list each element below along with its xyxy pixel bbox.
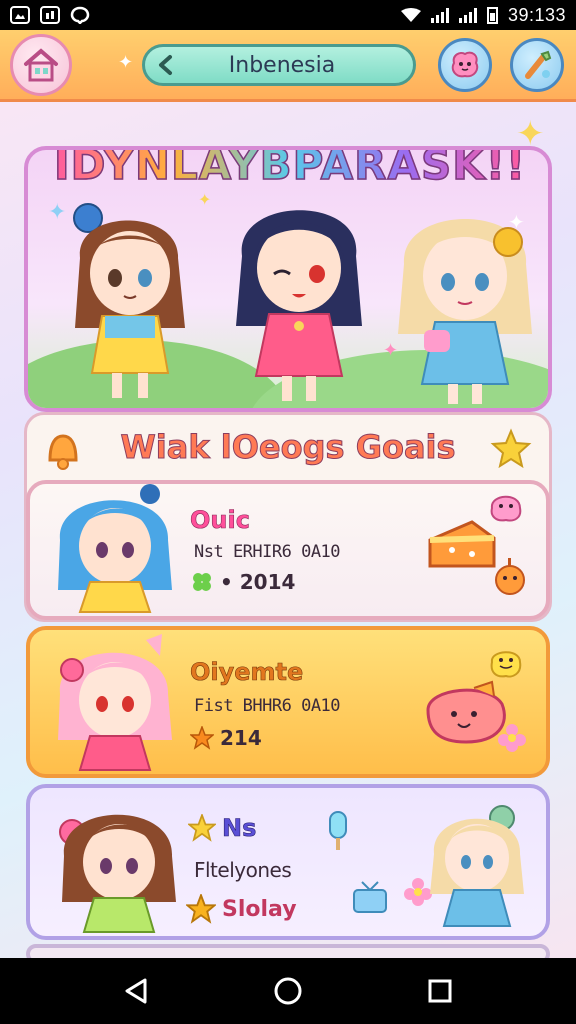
photo-app-icon [40,6,60,24]
pink-blob-icon [451,51,479,78]
chevron-left-icon[interactable] [151,50,181,80]
signal-icon [458,7,477,23]
card-2-subtitle: Fist BHHR6 0A10 [194,696,341,716]
clock: 39:133 [507,4,566,25]
brush-icon [525,50,552,79]
character-card-1[interactable]: Ouic Nst ERHIR6 0A10 • 2014 [26,480,550,620]
character-avatar-brown-curly-hair [59,814,176,933]
status-right-icons: 39:133 [400,4,566,26]
battery-icon [486,6,498,24]
section-title: Wiak lOeogs Goais [120,428,456,467]
hero-banner[interactable]: ✦ ✦ ✦ ✦ IDYNLAYBPARASK!! [24,146,552,412]
gift-icon [353,881,387,913]
home-nav-button[interactable] [258,966,318,1016]
orange-face-icon [495,558,525,595]
signal-icon [430,7,449,23]
wifi-icon [400,8,421,22]
paint-button[interactable] [510,38,564,92]
star-icon [186,894,216,924]
character-avatar-pink-hair [58,634,172,771]
yellow-smile-icon [490,651,522,678]
flower-icon [498,724,526,752]
pink-ghost-icon [490,495,522,522]
gallery-app-icon [10,6,30,24]
card-3-title-row: Ns [188,814,257,843]
messenger-app-icon [70,6,90,25]
star-icon [490,428,532,474]
card-3-stat: Slolay [186,894,297,924]
star-icon [190,726,214,750]
profile-button[interactable] [438,38,492,92]
character-dark-hair [236,210,362,401]
character-blonde-hair [398,219,532,404]
star-sparkle-icon: ✦ [516,114,545,154]
card-2-stat-value: 214 [220,726,262,750]
back-icon [125,978,147,1004]
language-label: Inbenesia [228,52,336,78]
card-3-subtitle: Fltelyones [194,858,292,882]
language-selector[interactable]: Inbenesia [142,44,416,86]
popsicle-icon [329,811,347,850]
character-avatar-blue-hair [58,484,172,613]
recents-button[interactable] [410,966,470,1016]
sparkle-icon: ✦ [118,52,134,73]
card-1-stat: • 2014 [190,570,295,594]
star-icon [188,814,216,842]
character-card-2[interactable]: Oiyemte Fist BHHR6 0A10 214 [26,626,550,778]
home-icon [274,977,302,1005]
character-avatar-blonde-bun [430,805,524,927]
banner-title: IDYNLAYBPARASK!! [53,150,526,190]
card-1-name: Ouic [190,506,251,535]
card-2-stat: 214 [190,726,262,750]
clover-icon [193,573,211,591]
android-nav-bar [0,958,576,1024]
card-2-name: Oiyemte [190,658,304,687]
status-left-icons [10,6,90,25]
home-button[interactable] [10,34,72,96]
card-1-stat-value: • 2014 [220,570,296,594]
status-bar: 39:133 [0,0,576,30]
recents-icon [428,979,452,1003]
house-icon [24,48,58,82]
character-card-3[interactable]: Ns Fltelyones Slolay [26,784,550,940]
card-3-name: Ns [222,814,257,843]
card-1-subtitle: Nst ERHIR6 0A10 [194,542,341,562]
top-header: ✦ Inbenesia [0,30,576,102]
back-button[interactable] [106,966,166,1016]
character-brown-hair [73,203,185,398]
bell-icon [40,428,86,478]
card-3-stat-value: Slolay [222,896,297,922]
